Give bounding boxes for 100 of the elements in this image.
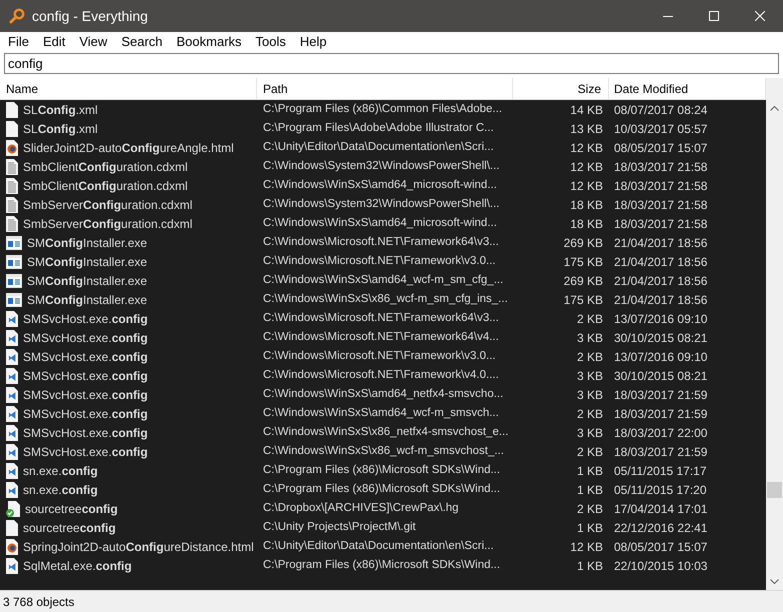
column-header[interactable]: Size [513,78,609,99]
file-name[interactable]: SmbClientConfiguration.cdxml [23,158,188,176]
file-size: 14 KB [569,102,604,118]
code-file-icon [6,406,18,422]
file-path: C:\Windows\WinSxS\x86_netfx4-smsvchost_e... [262,424,510,440]
file-name[interactable]: sn.exe.config [23,462,98,480]
date-modified: 18/03/2017 22:00 [613,424,708,442]
file-name[interactable]: SliderJoint2D-autoConfigureAngle.html [23,138,234,156]
code-file-icon [6,310,18,326]
date-modified: 08/05/2017 15:07 [613,140,708,156]
date-modified: 21/04/2017 18:56 [613,254,708,270]
file-size: 2 KB [576,444,604,460]
file-size: 18 KB [569,196,604,214]
file-name[interactable]: SMSvcHost.exe.config [23,328,148,346]
date-modified: 18/03/2017 21:58 [613,196,708,214]
date-modified: 13/07/2016 09:10 [613,348,708,366]
column-header[interactable]: Path [257,78,513,99]
file-name[interactable]: SMSvcHost.exe.config [23,348,148,366]
file-name[interactable]: SMConfigInstaller.exe [27,272,148,290]
file-name[interactable]: SMConfigInstaller.exe [27,290,148,308]
file-name[interactable]: SMSvcHost.exe.config [23,366,148,384]
maximize-icon [709,11,719,21]
code-file-icon [6,462,18,478]
file-name[interactable]: SLConfig.xml [23,120,98,138]
file-path: C:\Program Files (x86)\Common Files\Adobe... [262,102,504,117]
code-file-icon [6,444,18,460]
synced-file-icon [6,500,20,516]
file-path: C:\Unity\Editor\Data\Documentation\en\Scri... [262,538,495,554]
file-name[interactable]: SmbServerConfiguration.cdxml [23,214,192,232]
file-size: 12 KB [569,140,604,156]
application-icon [6,236,22,250]
file-size: 12 KB [569,158,604,176]
date-modified: 18/03/2017 21:58 [613,158,708,176]
menu-item[interactable]: Tools [248,32,293,52]
file-name[interactable]: sourcetreeconfig [23,518,116,536]
scroll-down-icon[interactable] [770,579,779,584]
file-name[interactable]: SMSvcHost.exe.config [23,404,148,422]
scroll-up-icon[interactable] [770,106,779,111]
column-header[interactable]: Name [0,78,257,99]
code-file-icon [6,368,18,384]
date-modified: 18/03/2017 21:59 [613,444,708,460]
date-modified: 18/03/2017 21:59 [613,386,708,404]
file-name[interactable]: SMSvcHost.exe.config [23,386,148,404]
code-file-icon [6,386,18,402]
file-size: 1 KB [576,558,604,574]
file-name[interactable]: SLConfig.xml [23,100,98,118]
file-size: 1 KB [576,482,604,498]
menu-item[interactable]: Search [114,32,170,52]
close-icon [755,11,765,21]
file-size: 2 KB [576,348,604,366]
menu-item[interactable]: View [72,32,114,52]
file-name[interactable]: sourcetreeconfig [25,500,118,518]
date-modified: 30/10/2015 08:21 [613,368,708,384]
date-modified: 18/03/2017 21:59 [613,406,708,422]
date-modified: 21/04/2017 18:56 [613,234,708,252]
file-size: 18 KB [569,216,604,232]
date-modified: 21/04/2017 18:56 [613,292,708,308]
date-modified: 18/03/2017 21:58 [613,178,708,194]
file-path: C:\Dropbox\[ARCHIVES]\CrewPax\.hg [262,500,460,516]
code-file-icon [6,424,18,440]
text-file-icon [6,178,18,194]
file-path: C:\Windows\WinSxS\x86_wcf-m_smsvchost_... [262,444,505,459]
file-size: 12 KB [569,538,604,556]
file-name[interactable]: SMSvcHost.exe.config [23,442,148,460]
menu-item[interactable]: Bookmarks [170,32,249,52]
menu-item[interactable]: Edit [36,32,72,52]
menu-item[interactable]: File [1,32,36,52]
file-path: C:\Windows\System32\WindowsPowerShell\... [262,158,500,174]
file-name[interactable]: SpringJoint2D-autoConfigureDistance.html [23,538,254,556]
file-name[interactable]: SMConfigInstaller.exe [27,234,148,252]
date-modified: 21/04/2017 18:56 [613,272,708,290]
application-icon [6,274,22,288]
scrollbar-thumb[interactable] [767,482,782,498]
file-size: 269 KB [562,234,604,252]
window-title: config - Everything [32,6,149,26]
file-size: 2 KB [576,500,604,518]
date-modified: 17/04/2014 17:01 [613,500,708,518]
file-size: 269 KB [562,272,604,290]
search-field[interactable]: config [4,53,779,74]
file-path: C:\Program Files (x86)\Microsoft SDKs\Wind... [262,462,502,478]
date-modified: 18/03/2017 21:58 [613,216,708,232]
file-path: C:\Windows\Microsoft.NET\Framework64\v4... [262,330,500,345]
status-text: 3 768 objects [2,594,74,610]
file-name[interactable]: sn.exe.config [23,480,98,498]
file-path: C:\Program Files (x86)\Microsoft SDKs\Wind... [262,482,502,497]
file-name[interactable]: SqlMetal.exe.config [23,556,132,574]
file-icon [6,120,18,136]
file-name[interactable]: SmbClientConfiguration.cdxml [23,176,188,194]
file-size: 2 KB [576,310,604,328]
file-path: C:\Windows\WinSxS\amd64_wcf-m_smsvch... [262,406,500,421]
date-modified: 08/05/2017 15:07 [613,538,708,556]
file-size: 3 KB [576,330,604,346]
file-name[interactable]: SmbServerConfiguration.cdxml [23,196,192,214]
file-name[interactable]: SMSvcHost.exe.config [23,424,148,442]
file-path: C:\Windows\WinSxS\amd64_wcf-m_sm_cfg_... [262,272,504,288]
file-size: 12 KB [569,178,604,194]
menu-item[interactable]: Help [292,32,334,52]
date-modified: 13/07/2016 09:10 [613,310,708,328]
file-name[interactable]: SMConfigInstaller.exe [27,252,148,270]
file-name[interactable]: SMSvcHost.exe.config [23,310,148,328]
